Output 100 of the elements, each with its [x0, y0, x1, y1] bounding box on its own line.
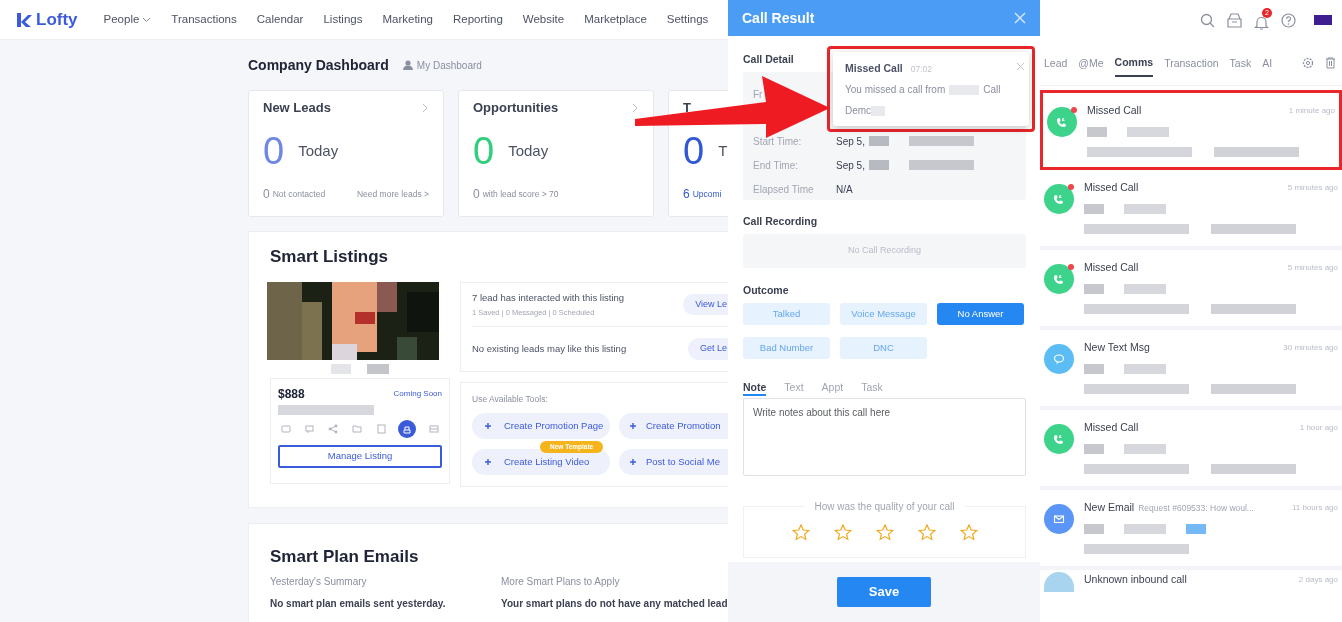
item-title[interactable]: New Email [1084, 500, 1135, 516]
stat-card[interactable]: Opportunities 0 Today 0 with lead score > 70 [458, 90, 654, 217]
print-icon[interactable] [398, 420, 417, 438]
help-icon[interactable] [1281, 12, 1296, 28]
listing-price: $888 [278, 386, 305, 403]
star-icon[interactable] [875, 524, 894, 541]
tool-button[interactable]: Create Promotion Page [472, 413, 610, 439]
blurred-text [1124, 443, 1166, 454]
tool-button[interactable]: Create Promotion [619, 413, 728, 439]
tools-label: Use Available Tools: [472, 393, 549, 406]
logo-text[interactable]: Lofty [36, 6, 78, 33]
item-title[interactable]: New Text Msg [1084, 340, 1150, 356]
insight-button[interactable]: View Le [683, 293, 728, 316]
outcome-button[interactable]: No Answer [937, 303, 1024, 325]
stat-period: Today [298, 140, 339, 161]
close-icon[interactable] [1016, 62, 1025, 71]
nav-link[interactable]: Reporting [452, 10, 503, 29]
nav-link[interactable]: People [103, 10, 152, 29]
comms-tab[interactable]: Lead [1044, 48, 1068, 77]
blurred-text [331, 364, 351, 374]
more-leads-link[interactable]: Need more leads > [356, 187, 429, 201]
star-icon[interactable] [959, 524, 978, 541]
nav-link[interactable]: Website [522, 10, 565, 29]
blurred-text [868, 160, 889, 170]
item-title[interactable]: Missed Call [1084, 420, 1139, 436]
comms-tab[interactable]: Transaction [1164, 48, 1219, 77]
close-icon[interactable] [1014, 12, 1026, 24]
insight-text: No existing leads may like this listing [472, 341, 627, 356]
blurred-text [1084, 203, 1104, 214]
chevron-right-icon [631, 103, 639, 113]
insight-button[interactable]: Get Le [687, 338, 728, 360]
blurred-text [1124, 363, 1166, 374]
list-icon[interactable] [427, 423, 440, 435]
field-value: Sep 5, [836, 158, 865, 173]
save-button[interactable]: Save [837, 577, 931, 607]
field-label: Start Time: [753, 134, 803, 149]
page-title: Company Dashboard [248, 55, 389, 75]
settings-icon[interactable] [1302, 56, 1314, 69]
nav-link[interactable]: Transactions [171, 10, 237, 29]
column-text: No smart plan emails sent yesterday. [270, 597, 447, 611]
card-title: New Leads [263, 99, 331, 118]
chevron-right-icon [421, 103, 429, 113]
nav-link[interactable]: Marketplace [584, 10, 647, 29]
stat-card[interactable]: New Leads 0 Today 0 Not contacted Need more leads > [248, 90, 444, 217]
section-label: Outcome [743, 283, 790, 297]
blurred-text [1084, 443, 1104, 454]
logo-icon [16, 11, 32, 28]
avatar[interactable] [1314, 15, 1332, 25]
stat-number: 0 [263, 132, 285, 170]
section-label: Call Recording [743, 214, 819, 228]
item-title[interactable]: Unknown inbound call [1084, 572, 1187, 588]
search-icon[interactable] [1200, 12, 1215, 28]
footer-count: 0 [473, 186, 480, 203]
blurred-text [1087, 126, 1107, 137]
note-tab[interactable]: Note [743, 380, 767, 396]
note-field[interactable]: Write notes about this call here [743, 398, 1026, 476]
star-icon[interactable] [791, 524, 810, 541]
comms-tab[interactable]: Task [1229, 48, 1252, 77]
folder-icon[interactable] [350, 423, 363, 435]
inbox-icon[interactable] [1227, 12, 1242, 28]
notification-time: 07:02 [910, 62, 933, 76]
nav-link[interactable]: Settings [666, 10, 709, 29]
field-label: Elapsed Time [753, 182, 815, 197]
item-title[interactable]: Missed Call [1084, 260, 1139, 276]
item-time: 5 minutes ago [1287, 261, 1338, 274]
card-icon[interactable] [280, 423, 292, 435]
star-icon[interactable] [917, 524, 936, 541]
email-icon [1044, 504, 1074, 534]
comms-tab[interactable]: AI [1262, 48, 1273, 77]
tool-button[interactable]: Post to Social Me [619, 449, 728, 475]
item-title[interactable]: Missed Call [1087, 103, 1142, 119]
comms-tab[interactable]: @Me [1078, 48, 1104, 77]
plus-icon [484, 458, 492, 466]
item-time: 5 minutes ago [1287, 181, 1338, 194]
bell-icon[interactable] [1254, 14, 1269, 30]
trash-icon[interactable] [1325, 56, 1336, 69]
comms-tab[interactable]: Comms [1114, 47, 1154, 78]
card-title: T [683, 99, 691, 118]
manage-listing-button[interactable]: Manage Listing [278, 445, 442, 468]
nav-link[interactable]: Listings [323, 10, 363, 29]
modal-title: Call Result [742, 8, 815, 28]
document-icon[interactable] [374, 423, 387, 435]
nav-link[interactable]: Marketing [382, 10, 433, 29]
chat-icon[interactable] [303, 423, 316, 435]
item-title[interactable]: Missed Call [1084, 180, 1139, 196]
star-icon[interactable] [833, 524, 852, 541]
field-label: Fr [753, 87, 764, 102]
notification-message: Call [983, 83, 1001, 97]
dashboard-switch-link[interactable]: My Dashboard [416, 57, 482, 73]
call-icon [1044, 572, 1074, 592]
stat-period: T [718, 140, 728, 161]
blurred-text [1084, 283, 1104, 294]
item-time: 11 hours ago [1291, 501, 1338, 514]
share-icon[interactable] [327, 423, 340, 435]
chat-icon [1044, 344, 1074, 374]
stat-number: 0 [683, 132, 705, 170]
item-time: 2 days ago [1298, 573, 1338, 586]
notification-message: Demc [845, 104, 872, 118]
nav-link[interactable]: Calendar [256, 10, 304, 29]
blurred-text [1084, 363, 1104, 374]
